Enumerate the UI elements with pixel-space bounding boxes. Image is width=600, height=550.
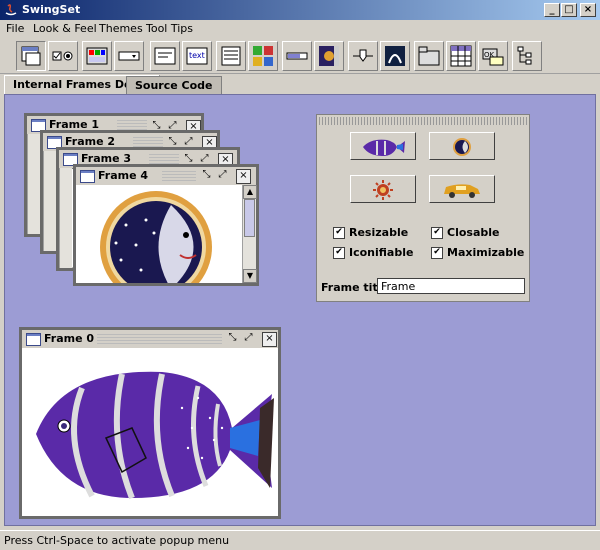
- toolbar-tabbed-pane-button[interactable]: [414, 41, 444, 71]
- create-fish-frame-button[interactable]: [350, 132, 416, 160]
- status-bar: Press Ctrl-Space to activate popup menu: [0, 530, 600, 550]
- color-palette-icon: [86, 47, 108, 65]
- slider-icon: [353, 49, 373, 62]
- internal-frame-4[interactable]: Frame 4 ⤡ ⤢ × ▲ ▼: [73, 164, 259, 286]
- toolbar-combobox-button[interactable]: [82, 41, 112, 71]
- checkbox-checked-icon: ✔: [333, 247, 345, 259]
- frame-scrollbar[interactable]: [43, 151, 56, 251]
- label-icon: [154, 47, 176, 65]
- moon-icon: [453, 138, 471, 156]
- checkbox-checked-icon: ✔: [333, 227, 345, 239]
- tree-icon: [517, 46, 532, 65]
- toolbar-split-pane-button[interactable]: [380, 41, 410, 71]
- frame-scrollbar[interactable]: [59, 168, 72, 268]
- toolbar-tree-button[interactable]: [512, 41, 542, 71]
- iconify-icon[interactable]: ⤡: [226, 332, 239, 345]
- toolbar: text OK: [0, 38, 600, 74]
- close-icon[interactable]: ×: [236, 169, 251, 184]
- checkbox-checked-icon: ✔: [431, 247, 443, 259]
- create-moon-frame-button[interactable]: [429, 132, 495, 160]
- status-text: Press Ctrl-Space to activate popup menu: [4, 534, 230, 547]
- close-icon[interactable]: ×: [262, 332, 277, 347]
- scroll-pane-icon: [319, 46, 339, 66]
- progress-bar-icon: [286, 52, 308, 60]
- window-title: SwingSet: [22, 3, 81, 16]
- toolbar-option-pane-button[interactable]: [248, 41, 278, 71]
- fish-image: [22, 348, 278, 516]
- car-icon: [444, 184, 480, 198]
- control-palette: ✔ Resizable ✔ Closable ✔ Iconifiable ✔ Maxim…: [316, 114, 530, 302]
- toolbar-tooltip-button[interactable]: OK: [478, 41, 508, 71]
- toolbar-progress-button[interactable]: [282, 41, 312, 71]
- moon-image: [76, 185, 242, 283]
- maximize-button[interactable]: □: [561, 3, 577, 17]
- toolbar-checkbox-button[interactable]: [48, 41, 78, 71]
- frame-vertical-scrollbar[interactable]: ▲ ▼: [242, 185, 257, 283]
- maximize-icon[interactable]: ⤢: [242, 332, 255, 345]
- frame-icon: [80, 170, 95, 183]
- sun-icon: [373, 180, 393, 200]
- frame-title: Frame 0: [44, 332, 98, 345]
- tab-source-code[interactable]: Source Code: [126, 76, 222, 94]
- frame-title-input[interactable]: [377, 278, 525, 294]
- resizable-checkbox[interactable]: ✔ Resizable: [333, 226, 408, 239]
- scroll-down-icon[interactable]: ▼: [243, 269, 257, 283]
- checkbox-checked-icon: ✔: [431, 227, 443, 239]
- create-sun-frame-button[interactable]: [350, 175, 416, 203]
- menu-look-and-feel[interactable]: Look & Feel: [33, 22, 97, 35]
- palette-grip[interactable]: [319, 117, 527, 125]
- toolbar-list-button[interactable]: [216, 41, 246, 71]
- frame-icon: [26, 333, 41, 346]
- split-pane-icon: [385, 46, 405, 66]
- frame-title: Frame 4: [98, 169, 152, 182]
- toolbar-internal-frames-button[interactable]: [16, 41, 46, 71]
- text-editor-icon: text: [186, 47, 208, 65]
- menu-file[interactable]: File: [6, 22, 24, 35]
- toolbar-dropdown-button[interactable]: [114, 41, 144, 71]
- menu-tool-tips[interactable]: Tool Tips: [146, 22, 193, 35]
- menu-themes[interactable]: Themes: [99, 22, 143, 35]
- dropdown-icon: [118, 51, 140, 61]
- toolbar-table-button[interactable]: [446, 41, 476, 71]
- table-icon: [450, 45, 472, 67]
- frame-title-bar[interactable]: Frame 4 ⤡ ⤢ ×: [76, 167, 256, 186]
- java-icon: [4, 3, 18, 17]
- internal-frames-icon: [21, 46, 41, 66]
- iconifiable-checkbox[interactable]: ✔ Iconifiable: [333, 246, 413, 259]
- toolbar-scroll-pane-button[interactable]: [314, 41, 344, 71]
- window-title-bar[interactable]: SwingSet _ □ ×: [0, 0, 600, 20]
- svg-text:text: text: [189, 51, 205, 60]
- internal-frame-0[interactable]: Frame 0 ⤡ ⤢ ×: [19, 327, 281, 519]
- checkbox-radio-icon: [52, 51, 73, 61]
- maximize-icon[interactable]: ⤢: [216, 169, 229, 182]
- menu-bar: File Look & Feel Themes Tool Tips: [0, 20, 600, 38]
- close-window-button[interactable]: ×: [580, 3, 596, 17]
- scroll-thumb[interactable]: [244, 199, 255, 237]
- toolbar-slider-button[interactable]: [348, 41, 378, 71]
- iconify-icon[interactable]: ⤡: [200, 169, 213, 182]
- option-pane-icon: [253, 46, 273, 66]
- minimize-button[interactable]: _: [544, 3, 560, 17]
- tabbed-pane-icon: [418, 46, 440, 66]
- tooltip-icon: OK: [482, 48, 504, 66]
- list-icon: [221, 46, 241, 66]
- toolbar-label-button[interactable]: [150, 41, 180, 71]
- frame-title-bar[interactable]: Frame 0 ⤡ ⤢ ×: [22, 330, 278, 349]
- create-car-frame-button[interactable]: [429, 175, 495, 203]
- scroll-up-icon[interactable]: ▲: [243, 185, 257, 199]
- tab-bar: Internal Frames Demo Source Code: [0, 75, 600, 94]
- toolbar-text-button[interactable]: text: [182, 41, 212, 71]
- fish-icon: [363, 139, 405, 156]
- maximizable-checkbox[interactable]: ✔ Maximizable: [431, 246, 524, 259]
- frame-scrollbar[interactable]: [27, 134, 40, 234]
- closable-checkbox[interactable]: ✔ Closable: [431, 226, 499, 239]
